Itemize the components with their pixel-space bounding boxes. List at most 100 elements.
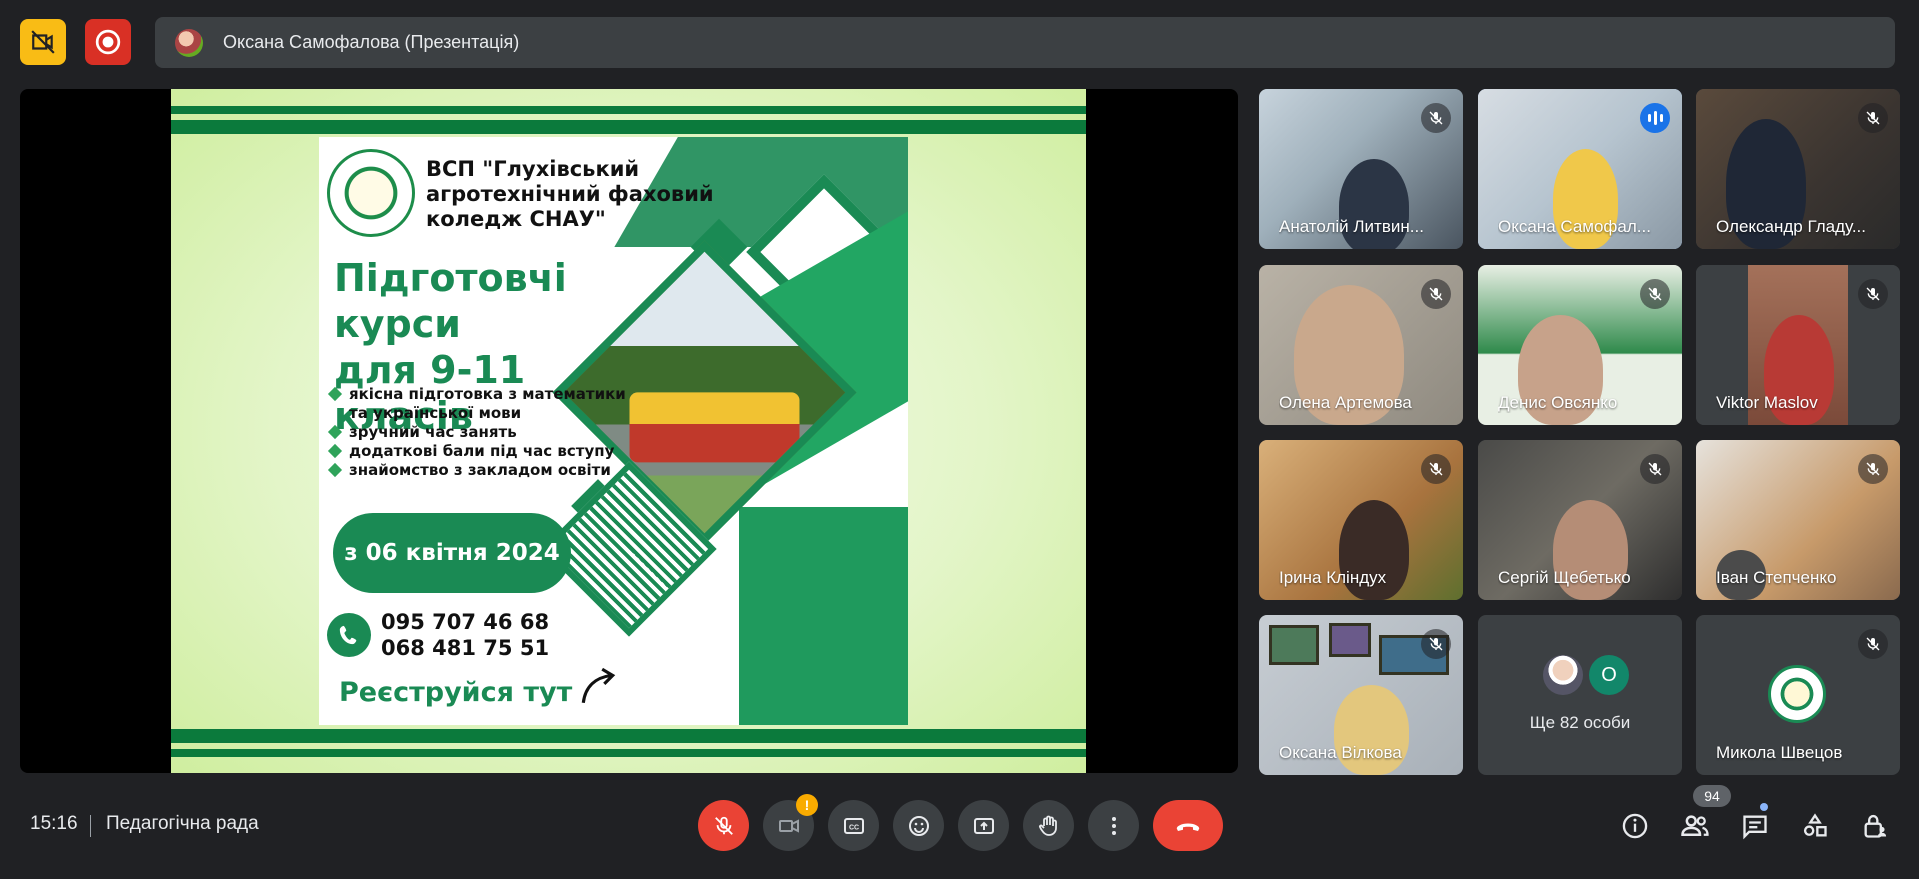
more-participants-tile[interactable]: O Ще 82 особи [1478,615,1682,775]
participant-name: Денис Овсянко [1498,393,1618,412]
phone-icon [327,613,371,657]
bottom-bar: 15:16 Педагогічна рада ! CC 94 [0,782,1919,879]
participant-avatar [1768,665,1826,723]
present-screen-button[interactable] [958,800,1009,851]
record-icon [95,29,121,55]
participant-name: Олена Артемова [1279,393,1412,412]
mic-off-icon [714,816,733,835]
divider [90,815,91,837]
bullet-item: додаткові бали під час вступу [327,442,626,461]
poster-title: ВСП "Глухівський агротехнічний фаховий к… [426,157,714,231]
meeting-details-button[interactable] [1613,804,1657,848]
participant-name: Оксана Самофал... [1498,217,1651,236]
shapes-icon [1803,813,1827,837]
activities-button[interactable] [1793,804,1837,848]
raise-hand-button[interactable] [1023,800,1074,851]
mic-toggle-button[interactable] [698,800,749,851]
bullet-item: та української мови [349,404,522,422]
participant-avatar [1543,655,1583,695]
participant-name: Оксана Вілкова [1279,743,1402,762]
date-badge: з 06 квітня 2024 [333,513,571,593]
phone-number: 095 707 46 68 [381,610,550,634]
emoji-icon [908,815,929,836]
poster-bullets: якісна підготовка з математики та україн… [327,385,626,480]
speaking-indicator-icon [1640,103,1670,133]
host-controls-button[interactable] [1853,804,1897,848]
participant-tile[interactable]: Денис Овсянко [1478,265,1682,425]
participant-tile[interactable]: Ірина Кліндух [1259,440,1463,600]
mic-off-icon [1421,629,1451,659]
bullet-item: якісна підготовка з математики [327,385,626,404]
slide-stripe [171,729,1086,743]
participant-name: Viktor Maslov [1716,393,1818,412]
meeting-title: Педагогічна рада [106,813,259,834]
participant-name: Микола Швецов [1716,743,1843,762]
mic-off-icon [1858,103,1888,133]
phone-numbers: 095 707 46 68 068 481 75 51 [381,609,549,661]
mic-off-icon [1421,103,1451,133]
participant-tile[interactable]: Олександр Гладу... [1696,89,1900,249]
mic-off-icon [1640,454,1670,484]
slide-stripe [171,749,1086,757]
poster-shape [739,507,908,725]
clock: 15:16 [30,813,78,834]
mic-off-icon [1640,279,1670,309]
people-button[interactable] [1673,804,1717,848]
mic-off-icon [1421,454,1451,484]
mic-off-icon [1858,279,1888,309]
bullet-item: зручний час занять [327,423,626,442]
reactions-button[interactable] [893,800,944,851]
participant-name: Олександр Гладу... [1716,217,1866,236]
register-label: Реєструйся тут [339,677,573,708]
captions-button[interactable]: CC [828,800,879,851]
no-video-icon [31,30,55,54]
presentation-stage[interactable]: ВСП "Глухівський агротехнічний фаховий к… [20,89,1238,773]
participant-name: Іван Степченко [1716,568,1837,587]
more-avatars: O [1543,655,1629,695]
mic-off-icon [1858,629,1888,659]
participant-name: Анатолій Литвин... [1279,217,1424,236]
lock-person-icon [1864,814,1887,838]
participant-tile[interactable]: Іван Степченко [1696,440,1900,600]
chat-button[interactable] [1733,804,1777,848]
slide-stripe [171,106,1086,114]
more-options-button[interactable] [1088,800,1139,851]
participant-tile[interactable]: Оксана Вілкова [1259,615,1463,775]
mic-off-icon [1421,279,1451,309]
phone-number: 068 481 75 51 [381,636,550,660]
mic-off-icon [1858,454,1888,484]
presentation-slide: ВСП "Глухівський агротехнічний фаховий к… [171,89,1086,773]
recording-button[interactable] [85,19,131,65]
participant-avatar: O [1589,655,1629,695]
no-camera-indicator-button[interactable] [20,19,66,65]
chat-notification-dot [1760,803,1768,811]
poster: ВСП "Глухівський агротехнічний фаховий к… [319,137,908,725]
participant-tile[interactable]: Оксана Самофал... [1478,89,1682,249]
participant-tile[interactable]: Viktor Maslov [1696,265,1900,425]
chat-icon [1743,815,1767,840]
closed-captions-icon: CC [843,817,864,834]
arrow-icon [581,667,616,704]
people-icon [1681,815,1709,836]
camera-toggle-button[interactable]: ! [763,794,818,851]
warning-badge: ! [796,794,818,816]
svg-text:CC: CC [848,824,858,831]
top-bar: Оксана Самофалова (Презентація) [0,0,1919,88]
college-logo [327,149,415,237]
hand-icon [1038,815,1057,836]
presenter-avatar [175,28,203,57]
present-icon [973,817,994,834]
headline-line: Підготовчі курси [334,256,567,346]
presenter-bar[interactable]: Оксана Самофалова (Презентація) [155,17,1895,68]
participant-tile[interactable]: Сергій Щебетько [1478,440,1682,600]
leave-call-button[interactable] [1153,800,1223,851]
participant-tile[interactable]: Олена Артемова [1259,265,1463,425]
participant-name: Сергій Щебетько [1498,568,1631,587]
participant-name: Ірина Кліндух [1279,568,1387,587]
participant-tile[interactable]: Анатолій Литвин... [1259,89,1463,249]
call-end-icon [1176,823,1200,831]
participant-tile[interactable]: Микола Швецов [1696,615,1900,775]
bullet-item: знайомство з закладом освіти [327,461,626,480]
video-off-icon [778,818,799,833]
presenter-name: Оксана Самофалова (Презентація) [223,32,520,52]
